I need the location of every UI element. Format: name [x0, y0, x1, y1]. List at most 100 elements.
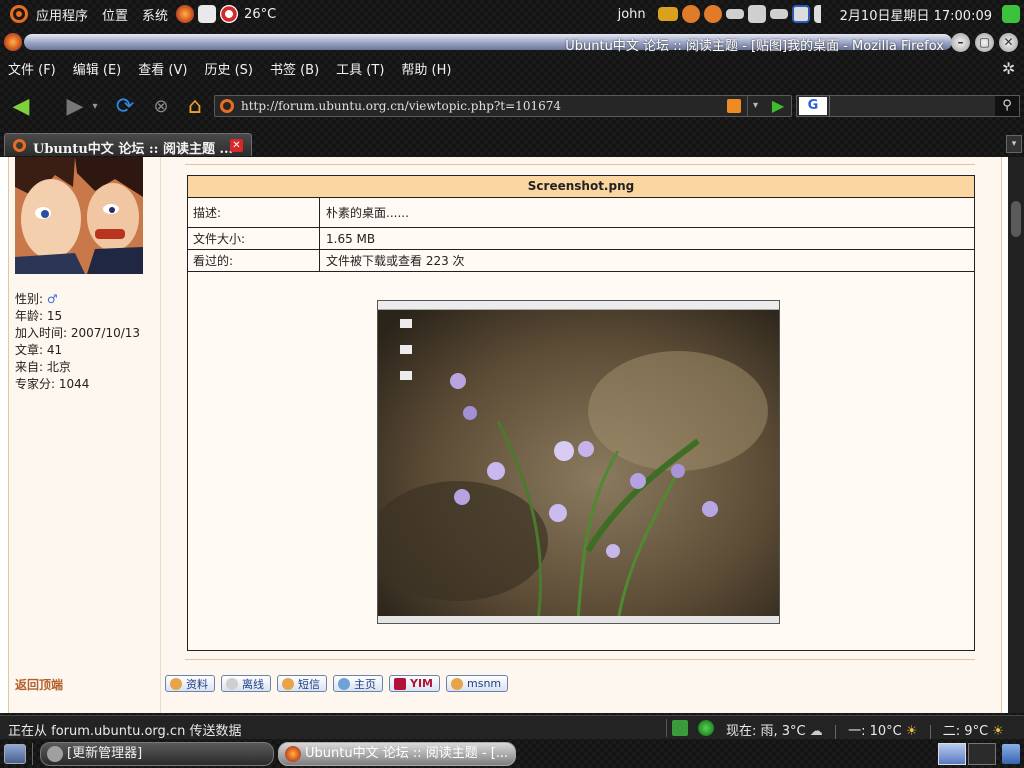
ubuntu-logo-icon[interactable]: [10, 5, 28, 23]
keyboard-icon[interactable]: [725, 9, 744, 19]
network-icon[interactable]: [657, 7, 678, 21]
top-panel: 应用程序 位置 系统 26°C john 2月10日星期日 17:00:09: [0, 0, 1024, 28]
forward-history-dropdown-icon[interactable]: ▾: [88, 94, 102, 120]
post-action-buttons: 资料 离线 短信 主页 YIM msnm: [165, 675, 514, 692]
reload-icon[interactable]: ⟳: [112, 94, 138, 120]
tab-close-icon[interactable]: ✕: [230, 139, 243, 152]
attachment-value: 朴素的桌面......: [326, 206, 409, 220]
volume-icon[interactable]: [813, 5, 832, 23]
firefox-launcher-icon[interactable]: [176, 5, 195, 23]
pm-button-label: 短信: [298, 677, 320, 691]
status-divider: [666, 719, 667, 737]
brightness-icon[interactable]: [747, 5, 766, 23]
msn-button[interactable]: msnm: [446, 675, 509, 692]
status-text: 正在从 forum.ubuntu.org.cn 传送数据: [8, 724, 242, 739]
vertical-scrollbar[interactable]: [1008, 157, 1024, 713]
go-icon[interactable]: ▶: [767, 96, 789, 116]
help-launcher-icon[interactable]: [220, 5, 239, 23]
home-icon[interactable]: ⌂: [182, 94, 208, 120]
menu-help[interactable]: 帮助 (H): [401, 59, 451, 78]
sun-cloud-icon: ☀: [992, 724, 1004, 739]
weather-divider: [929, 724, 931, 739]
google-engine-icon[interactable]: G: [799, 97, 827, 115]
menu-applications[interactable]: 应用程序: [36, 5, 88, 24]
firefox-task-icon: [285, 746, 301, 762]
menu-edit[interactable]: 编辑 (E): [73, 59, 122, 78]
pm-icon: [282, 677, 294, 690]
thumbnail-bottom-bar: [378, 616, 779, 623]
attachment-row-description: 描述: 朴素的桌面......: [188, 198, 974, 228]
menu-file[interactable]: 文件 (F): [8, 59, 56, 78]
show-desktop-icon[interactable]: [4, 744, 26, 764]
search-box[interactable]: G ⚲: [796, 95, 1020, 117]
panel-clock[interactable]: 2月10日星期日 17:00:09: [840, 5, 992, 24]
male-icon: ♂: [46, 292, 58, 306]
homepage-button[interactable]: 主页: [333, 675, 383, 692]
stop-icon[interactable]: ⊗: [148, 94, 174, 120]
monitor-icon[interactable]: [791, 5, 810, 23]
homepage-button-label: 主页: [354, 677, 376, 691]
taskbar-update-manager[interactable]: [更新管理器]: [40, 742, 274, 766]
panel-username[interactable]: john: [618, 7, 646, 22]
running-man-icon[interactable]: [1002, 5, 1020, 23]
workspace-1-icon[interactable]: [938, 743, 966, 765]
back-arrow-icon[interactable]: ◀: [8, 94, 34, 120]
drive-icon[interactable]: [769, 9, 788, 19]
window-titlebar[interactable]: Ubuntu中文 论坛 :: 阅读主题 - [贴图]我的桌面 - Mozilla…: [0, 30, 1024, 54]
profile-gender: 性别: ♂: [15, 291, 140, 308]
window-title: Ubuntu中文 论坛 :: 阅读主题 - [贴图]我的桌面 - Mozilla…: [565, 39, 944, 54]
return-to-top-link[interactable]: 返回顶端: [15, 676, 63, 693]
menu-tools[interactable]: 工具 (T): [336, 59, 384, 78]
url-text[interactable]: http://forum.ubuntu.org.cn/viewtopic.php…: [241, 99, 561, 113]
person-icon[interactable]: [681, 5, 700, 23]
profile-icon: [170, 677, 182, 690]
profile-button-label: 资料: [186, 677, 208, 691]
attachment-screenshot-image[interactable]: [377, 300, 780, 624]
workspace-2-icon[interactable]: [968, 743, 996, 765]
rain-cloud-icon: ☁: [809, 724, 823, 739]
profile-info: 性别: ♂ 年龄: 15 加入时间: 2007/10/13 文章: 41 来自:…: [15, 291, 140, 393]
scrollbar-thumb[interactable]: [1011, 201, 1021, 237]
task-label: Ubuntu中文 论坛 :: 阅读主题 - [...: [305, 746, 509, 761]
navigation-toolbar: ◀ ▶ ▾ ⟳ ⊗ ⌂ http://forum.ubuntu.org.cn/v…: [0, 86, 1024, 126]
menu-view[interactable]: 查看 (V): [138, 59, 187, 78]
search-magnifier-icon[interactable]: ⚲: [995, 96, 1019, 116]
close-icon[interactable]: ✕: [999, 33, 1018, 52]
yim-button[interactable]: YIM: [389, 675, 441, 692]
person-away-icon[interactable]: [703, 5, 722, 23]
attachment-filename[interactable]: Screenshot.png: [188, 176, 974, 198]
weather-forecast[interactable]: 现在: 雨, 3°C ☁ 一: 10°C ☀ 二: 9°C ☀: [726, 720, 1004, 739]
taskbar-firefox[interactable]: Ubuntu中文 论坛 :: 阅读主题 - [...: [278, 742, 516, 766]
firefox-window-icon[interactable]: [4, 33, 22, 51]
tab-forum[interactable]: Ubuntu中文 论坛 :: 阅读主题 ... ✕: [4, 133, 252, 157]
menu-history[interactable]: 历史 (S): [204, 59, 253, 78]
url-history-dropdown-icon[interactable]: ▾: [747, 96, 763, 116]
bottom-divider: [185, 659, 975, 660]
minimize-icon[interactable]: –: [951, 33, 970, 52]
pm-button[interactable]: 短信: [277, 675, 327, 692]
menu-bookmarks[interactable]: 书签 (B): [270, 59, 319, 78]
offline-button[interactable]: 离线: [221, 675, 271, 692]
url-bar[interactable]: http://forum.ubuntu.org.cn/viewtopic.php…: [214, 95, 792, 117]
mail-launcher-icon[interactable]: [198, 5, 217, 23]
forum-post: 性别: ♂ 年龄: 15 加入时间: 2007/10/13 文章: 41 来自:…: [8, 157, 1002, 713]
tab-strip: Ubuntu中文 论坛 :: 阅读主题 ... ✕ ▾: [0, 132, 1024, 157]
attachment-box: Screenshot.png 描述: 朴素的桌面...... 文件大小: 1.6…: [187, 175, 975, 651]
trash-icon[interactable]: [1002, 744, 1020, 764]
addon-status-icon[interactable]: [672, 720, 688, 736]
forward-arrow-icon[interactable]: ▶: [62, 94, 88, 120]
tab-list-dropdown-icon[interactable]: ▾: [1006, 135, 1022, 153]
connection-status-icon[interactable]: [698, 720, 714, 736]
sun-cloud-icon: ☀: [905, 724, 918, 739]
attachment-value: 文件被下载或查看 223 次: [326, 254, 465, 268]
avatar[interactable]: [15, 157, 143, 274]
menu-system[interactable]: 系统: [142, 5, 168, 24]
page-viewport[interactable]: 性别: ♂ 年龄: 15 加入时间: 2007/10/13 文章: 41 来自:…: [0, 157, 1008, 713]
bottom-panel: [更新管理器] Ubuntu中文 论坛 :: 阅读主题 - [...: [0, 741, 1024, 768]
profile-button[interactable]: 资料: [165, 675, 215, 692]
menu-places[interactable]: 位置: [102, 5, 128, 24]
tab-favicon-icon: [13, 139, 26, 152]
rss-feed-icon[interactable]: [727, 99, 741, 113]
weather-now: 现在: 雨, 3°C: [726, 724, 806, 739]
maximize-icon[interactable]: ▢: [975, 33, 994, 52]
